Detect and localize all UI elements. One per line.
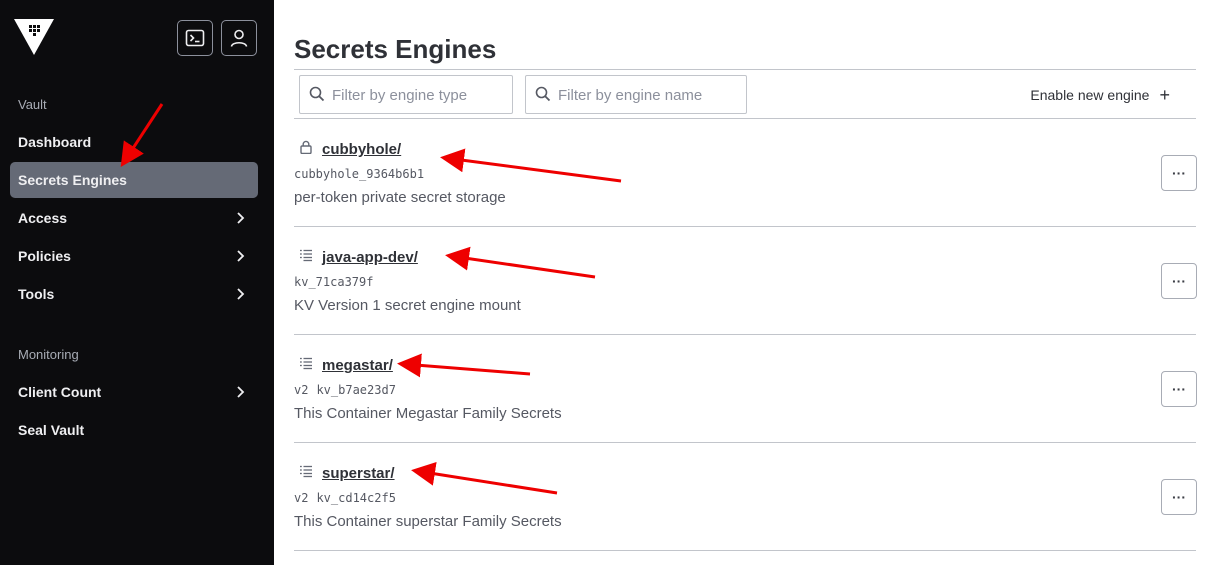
engine-meta: cubbyhole_9364b6b1 xyxy=(294,167,424,181)
nav-heading-monitoring: Monitoring xyxy=(18,347,79,362)
chevron-right-icon xyxy=(237,212,245,224)
sidebar-item-secrets-engines[interactable]: Secrets Engines xyxy=(10,162,258,198)
user-icon xyxy=(230,29,248,47)
engine-version: v2 xyxy=(294,491,309,505)
chevron-right-icon xyxy=(237,250,245,262)
list-icon xyxy=(300,249,312,262)
list-item: superstar/ v2 kv_cd14c2f5 This Container … xyxy=(294,443,1197,551)
filter-engine-name[interactable] xyxy=(525,75,747,114)
list-item: megastar/ v2 kv_b7ae23d7 This Container M… xyxy=(294,335,1197,443)
engine-link-megastar[interactable]: megastar/ xyxy=(322,357,393,374)
engine-meta: v2 kv_cd14c2f5 xyxy=(294,491,396,505)
sidebar-item-client-count[interactable]: Client Count xyxy=(10,374,258,410)
sidebar: Vault Dashboard Secrets Engines Access P… xyxy=(0,0,274,565)
nav-heading-vault: Vault xyxy=(18,97,47,112)
console-button[interactable] xyxy=(177,20,213,56)
enable-new-engine-label: Enable new engine xyxy=(1030,87,1150,103)
user-menu-button[interactable] xyxy=(221,20,257,56)
sidebar-item-policies[interactable]: Policies xyxy=(10,238,258,274)
search-icon xyxy=(309,86,325,102)
engine-accessor: kv_cd14c2f5 xyxy=(316,491,396,505)
filter-engine-name-input[interactable] xyxy=(558,84,733,106)
ellipsis-icon: ··· xyxy=(1172,381,1186,397)
list-item: cubbyhole/ cubbyhole_9364b6b1 per-token … xyxy=(294,119,1197,227)
search-icon xyxy=(535,86,551,102)
sidebar-item-label: Tools xyxy=(18,286,55,302)
lock-icon xyxy=(300,140,312,154)
sidebar-item-label: Policies xyxy=(18,248,71,264)
sidebar-item-dashboard[interactable]: Dashboard xyxy=(10,124,258,160)
filter-engine-type-input[interactable] xyxy=(332,84,507,106)
sidebar-item-label: Secrets Engines xyxy=(18,172,127,188)
list-icon xyxy=(300,357,312,370)
page-title: Secrets Engines xyxy=(294,34,497,64)
sidebar-item-label: Access xyxy=(18,210,68,226)
more-options-button[interactable]: ··· xyxy=(1161,371,1197,407)
engine-accessor: kv_b7ae23d7 xyxy=(316,383,396,397)
engine-description: KV Version 1 secret engine mount xyxy=(294,297,521,314)
list-item: java-app-dev/ kv_71ca379f KV Version 1 s… xyxy=(294,227,1197,335)
console-icon xyxy=(185,29,205,47)
engine-meta: v2 kv_b7ae23d7 xyxy=(294,383,396,397)
more-options-button[interactable]: ··· xyxy=(1161,479,1197,515)
sidebar-item-seal-vault[interactable]: Seal Vault xyxy=(10,412,258,448)
sidebar-item-label: Seal Vault xyxy=(18,422,85,438)
engine-version: v2 xyxy=(294,383,309,397)
engine-description: per-token private secret storage xyxy=(294,189,506,206)
vault-logo-icon[interactable] xyxy=(14,17,54,57)
enable-new-engine-button[interactable]: Enable new engine + xyxy=(1030,85,1170,105)
engine-description: This Container Megastar Family Secrets xyxy=(294,405,562,422)
more-options-button[interactable]: ··· xyxy=(1161,263,1197,299)
toolbar: Enable new engine + xyxy=(294,69,1196,119)
sidebar-item-label: Client Count xyxy=(18,384,102,400)
engine-link-superstar[interactable]: superstar/ xyxy=(322,465,395,482)
plus-icon: + xyxy=(1159,85,1170,105)
engine-accessor: cubbyhole_9364b6b1 xyxy=(294,167,425,181)
ellipsis-icon: ··· xyxy=(1172,273,1186,289)
sidebar-item-access[interactable]: Access xyxy=(10,200,258,236)
chevron-right-icon xyxy=(237,386,245,398)
engine-meta: kv_71ca379f xyxy=(294,275,373,289)
filter-engine-type[interactable] xyxy=(299,75,513,114)
engine-link-java-app-dev[interactable]: java-app-dev/ xyxy=(322,249,418,266)
more-options-button[interactable]: ··· xyxy=(1161,155,1197,191)
chevron-right-icon xyxy=(237,288,245,300)
ellipsis-icon: ··· xyxy=(1172,489,1186,505)
engine-link-cubbyhole[interactable]: cubbyhole/ xyxy=(322,141,401,158)
engine-accessor: kv_71ca379f xyxy=(294,275,374,289)
ellipsis-icon: ··· xyxy=(1172,165,1186,181)
engine-description: This Container superstar Family Secrets xyxy=(294,513,562,530)
sidebar-item-tools[interactable]: Tools xyxy=(10,276,258,312)
list-icon xyxy=(300,465,312,478)
sidebar-item-label: Dashboard xyxy=(18,134,92,150)
